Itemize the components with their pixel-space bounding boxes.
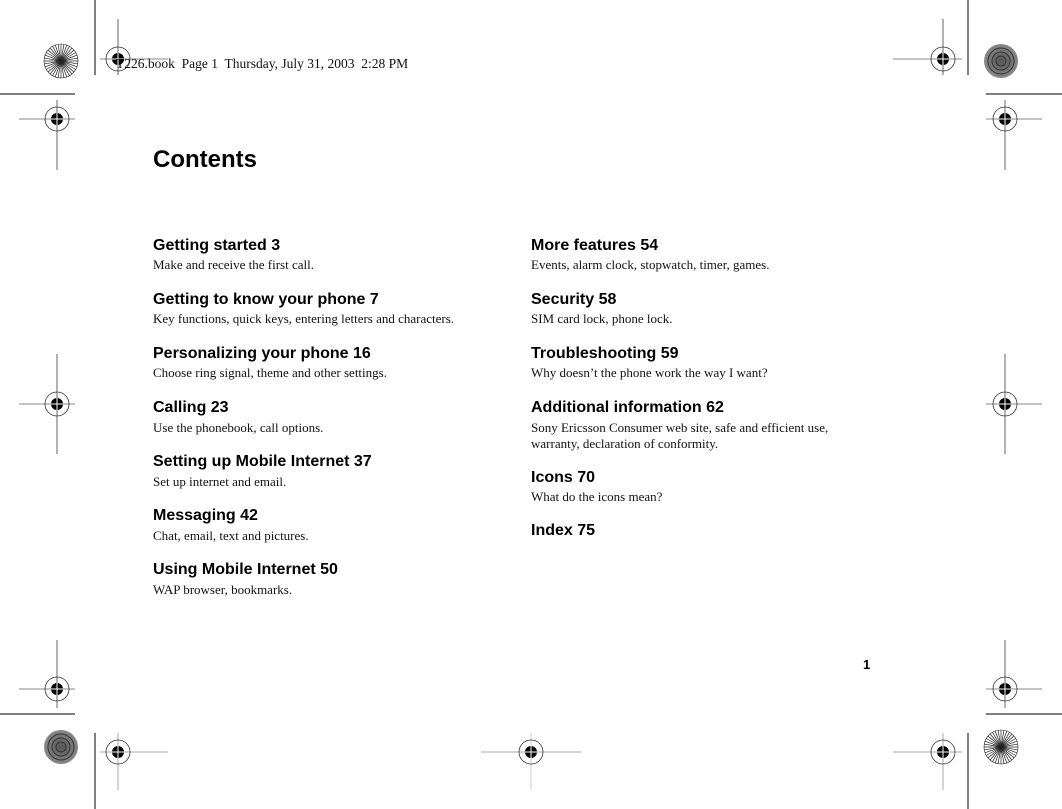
toc-heading[interactable]: Messaging 42 xyxy=(153,507,513,525)
toc-entry: Icons 70 What do the icons mean? xyxy=(531,469,876,505)
registration-mark-icon xyxy=(893,733,962,790)
page-title: Contents xyxy=(153,146,257,173)
registration-mark-icon xyxy=(986,640,1042,708)
toc-heading[interactable]: Troubleshooting 59 xyxy=(531,345,876,363)
toc-entry: Calling 23 Use the phonebook, call optio… xyxy=(153,399,513,436)
registration-mark-icon xyxy=(19,354,75,454)
toc-entry: Getting started 3 Make and receive the f… xyxy=(153,237,513,273)
toc-description: Sony Ericsson Consumer web site, safe an… xyxy=(531,420,829,451)
toc-heading[interactable]: Calling 23 xyxy=(153,399,513,417)
toc-description: Set up internet and email. xyxy=(153,474,287,489)
toc-heading[interactable]: Setting up Mobile Internet 37 xyxy=(153,453,513,471)
toc-heading[interactable]: Index 75 xyxy=(531,522,876,540)
toc-entry: Additional information 62 Sony Ericsson … xyxy=(531,399,876,452)
toc-entry: Index 75 xyxy=(531,522,876,540)
toc-heading[interactable]: Using Mobile Internet 50 xyxy=(153,561,513,579)
toc-entry: Using Mobile Internet 50 WAP browser, bo… xyxy=(153,561,513,598)
toc-entry: Getting to know your phone 7 Key functio… xyxy=(153,291,513,327)
registration-mark-icon xyxy=(893,19,962,75)
toc-entry: Messaging 42 Chat, email, text and pictu… xyxy=(153,507,513,544)
toc-description: SIM card lock, phone lock. xyxy=(531,311,673,326)
starburst-icon xyxy=(983,729,1019,765)
toc-heading[interactable]: Icons 70 xyxy=(531,469,876,487)
toc-entry: Personalizing your phone 16 Choose ring … xyxy=(153,345,513,381)
toc-column-right: More features 54 Events, alarm clock, st… xyxy=(531,237,876,540)
toc-column-left: Getting started 3 Make and receive the f… xyxy=(153,237,513,598)
toc-description: What do the icons mean? xyxy=(531,489,663,504)
toc-heading[interactable]: Getting started 3 xyxy=(153,237,513,255)
toc-entry: Setting up Mobile Internet 37 Set up int… xyxy=(153,453,513,490)
registration-mark-icon xyxy=(19,640,75,708)
toc-description: Choose ring signal, theme and other sett… xyxy=(153,365,387,380)
toc-description: Why doesn’t the phone work the way I wan… xyxy=(531,365,768,380)
toc-heading[interactable]: More features 54 xyxy=(531,237,876,255)
toc-description: Key functions, quick keys, entering lett… xyxy=(153,311,455,326)
color-dot-icon xyxy=(44,730,78,764)
toc-entry: Security 58 SIM card lock, phone lock. xyxy=(531,291,876,327)
toc-description: Use the phonebook, call options. xyxy=(153,420,324,435)
starburst-icon xyxy=(43,43,79,79)
registration-mark-icon xyxy=(19,100,75,170)
toc-heading[interactable]: Personalizing your phone 16 xyxy=(153,345,513,363)
toc-heading[interactable]: Security 58 xyxy=(531,291,876,309)
color-dot-icon xyxy=(984,44,1018,78)
toc-description: WAP browser, bookmarks. xyxy=(153,582,293,597)
registration-mark-icon xyxy=(481,733,581,790)
registration-mark-icon xyxy=(100,733,168,790)
toc-heading[interactable]: Getting to know your phone 7 xyxy=(153,291,513,309)
print-slug-header: T226.book Page 1 Thursday, July 31, 2003… xyxy=(116,56,409,71)
toc-description: Make and receive the first call. xyxy=(153,257,314,272)
page-number: 1 xyxy=(863,657,871,672)
toc-heading[interactable]: Additional information 62 xyxy=(531,399,876,417)
toc-description: Chat, email, text and pictures. xyxy=(153,528,309,543)
toc-description: Events, alarm clock, stopwatch, timer, g… xyxy=(531,257,770,272)
registration-mark-icon xyxy=(986,354,1042,454)
toc-entry: More features 54 Events, alarm clock, st… xyxy=(531,237,876,273)
toc-entry: Troubleshooting 59 Why doesn’t the phone… xyxy=(531,345,876,381)
registration-mark-icon xyxy=(986,100,1042,170)
